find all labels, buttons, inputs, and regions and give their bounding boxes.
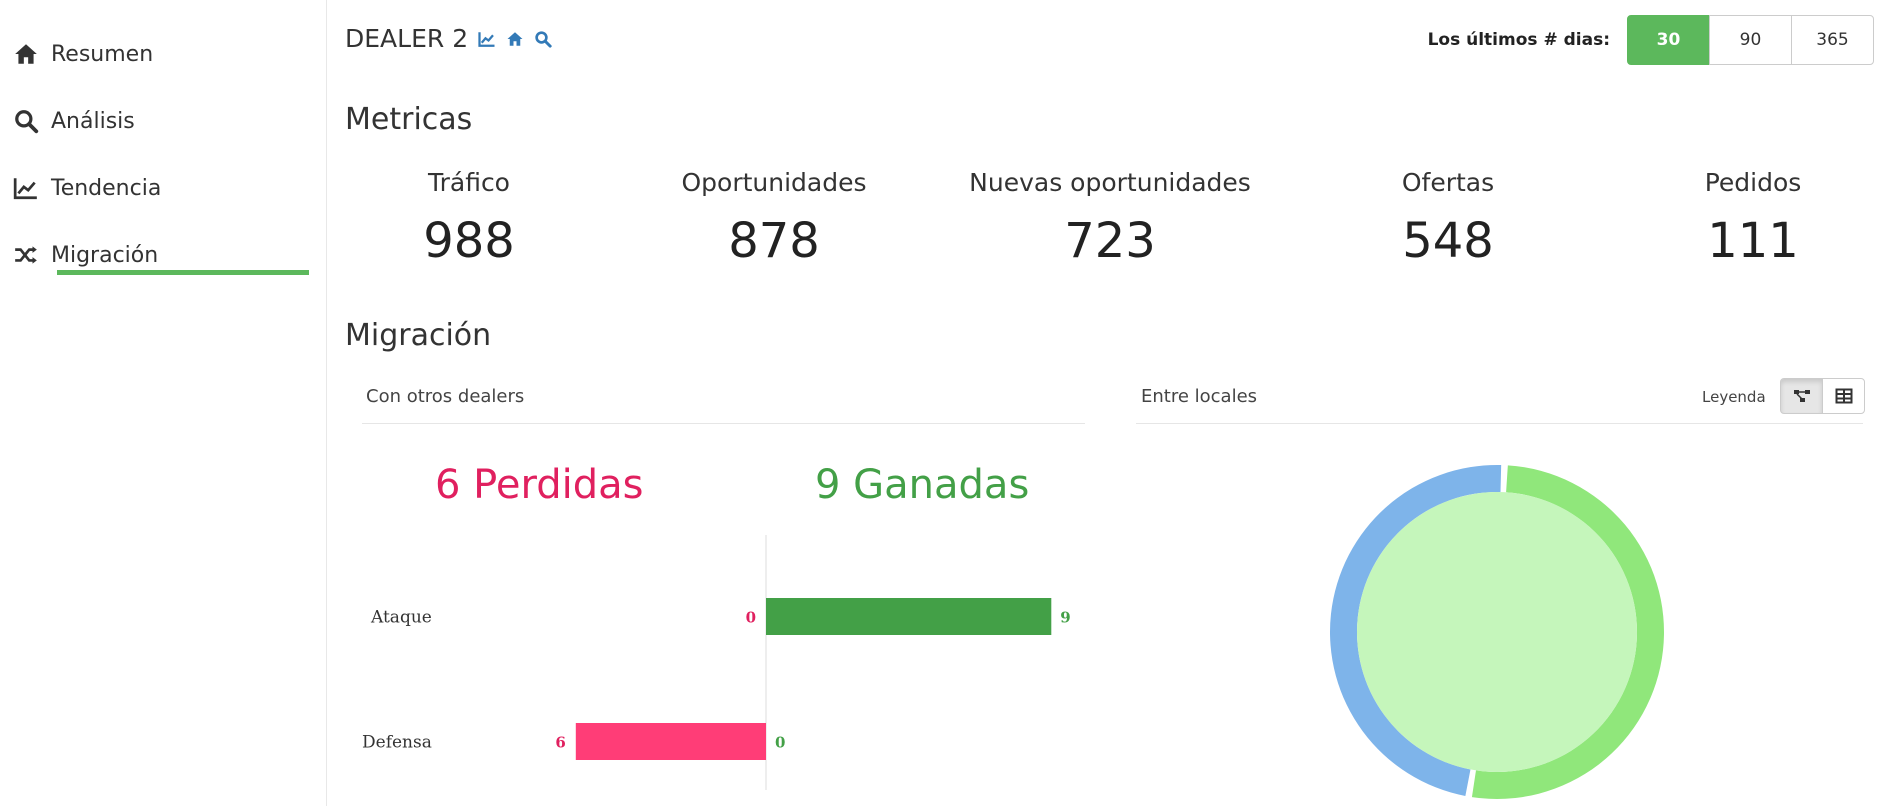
days-filter-label: Los últimos # dias: (1427, 30, 1610, 50)
line-chart-icon[interactable] (478, 30, 496, 48)
search-icon (15, 110, 39, 134)
donut-center (1357, 492, 1637, 772)
table-view-button[interactable] (1822, 378, 1865, 414)
table-icon (1835, 388, 1852, 404)
search-icon[interactable] (534, 30, 552, 48)
sidebar-item-analisis[interactable]: Análisis (13, 108, 135, 134)
line-chart-icon (13, 178, 37, 200)
won-count-label: 9 Ganadas (815, 462, 1030, 508)
random-icon (15, 246, 37, 264)
category-label: Defensa (362, 733, 432, 753)
migration-section-title: Migración (345, 318, 492, 353)
sidebar-item-label: Análisis (51, 108, 135, 134)
metric-trafico: Tráfico 988 (369, 168, 569, 269)
sidebar: Resumen Análisis Tendencia Migración (0, 0, 327, 806)
metrics-section-title: Metricas (345, 102, 473, 137)
lost-bar (575, 723, 766, 760)
lost-count-label: 6 Perdidas (435, 462, 644, 508)
won-value-label: 0 (775, 734, 785, 752)
dealers-panel-title: Con otros dealers (366, 386, 525, 407)
sidebar-item-resumen[interactable]: Resumen (13, 41, 153, 67)
lost-value-label: 0 (746, 609, 756, 627)
home-icon (15, 44, 37, 64)
page-header: DEALER 2 (345, 24, 552, 53)
sidebar-item-label: Resumen (51, 41, 154, 67)
migration-bar-chart: Ataque 0 9 Defensa 6 0 (362, 535, 1071, 790)
locales-donut-chart (1329, 465, 1664, 799)
sidebar-item-label: Tendencia (51, 175, 162, 201)
metric-oportunidades: Oportunidades 878 (654, 168, 894, 269)
metric-value: 988 (423, 213, 515, 269)
metric-label: Pedidos (1704, 168, 1802, 197)
metric-value: 548 (1402, 213, 1494, 269)
metric-ofertas: Ofertas 548 (1348, 168, 1548, 269)
sidebar-item-label: Migración (51, 242, 159, 268)
sitemap-icon (1793, 390, 1810, 402)
home-icon[interactable] (506, 30, 524, 48)
days-365-button[interactable]: 365 (1791, 15, 1874, 65)
metric-nuevas-oportunidades: Nuevas oportunidades 723 (950, 168, 1270, 269)
metric-value: 723 (1064, 213, 1156, 269)
won-value-label: 9 (1060, 609, 1070, 627)
metric-label: Oportunidades (681, 168, 867, 197)
locales-panel-title: Entre locales (1141, 386, 1258, 407)
days-filter-group: 30 90 365 (1627, 15, 1874, 65)
metric-value: 111 (1707, 213, 1799, 269)
metric-pedidos: Pedidos 111 (1653, 168, 1853, 269)
dealers-panel-divider (362, 423, 1085, 424)
legend-label: Leyenda (1702, 388, 1766, 406)
metric-label: Ofertas (1401, 168, 1495, 197)
sidebar-item-migracion[interactable]: Migración (13, 242, 158, 268)
active-nav-indicator (57, 270, 309, 275)
locales-panel-divider (1136, 423, 1863, 424)
view-toggle-group (1780, 378, 1865, 414)
days-90-button[interactable]: 90 (1709, 15, 1792, 65)
metric-label: Nuevas oportunidades (969, 168, 1251, 197)
category-label: Ataque (370, 608, 432, 628)
page-title: DEALER 2 (345, 24, 469, 53)
won-bar (766, 598, 1052, 635)
diagram-view-button[interactable] (1780, 378, 1823, 414)
days-30-button[interactable]: 30 (1627, 15, 1710, 65)
lost-value-label: 6 (555, 734, 565, 752)
metric-value: 878 (728, 213, 820, 269)
metric-label: Tráfico (428, 168, 510, 197)
sidebar-item-tendencia[interactable]: Tendencia (13, 175, 161, 201)
